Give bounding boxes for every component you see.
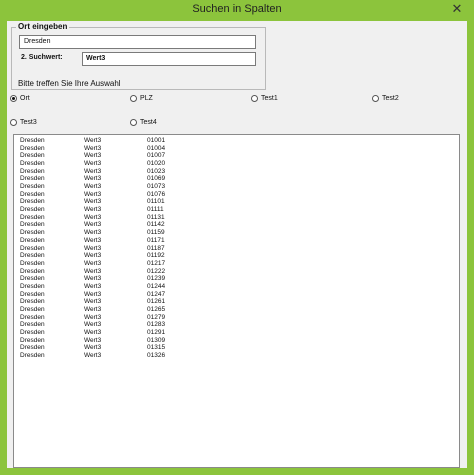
radio-plz-label: PLZ (140, 95, 153, 102)
ort-input[interactable]: Dresden (19, 35, 256, 49)
dialog-client-area: Ort eingeben Dresden 2. Suchwert: Wert3 … (7, 21, 467, 468)
results-listbox[interactable]: Dresden Wert3 01001 Dresden Wert3 01004 Dresde… (13, 134, 460, 468)
radio-test4[interactable]: Test4 (130, 119, 157, 126)
radio-test2-label: Test2 (382, 95, 399, 102)
radio-button[interactable] (10, 119, 17, 126)
cell-ort: Dresden (20, 352, 45, 360)
window-title: Suchen in Spalten (192, 3, 282, 15)
radio-plz[interactable]: PLZ (130, 95, 153, 102)
radio-test3[interactable]: Test3 (10, 119, 37, 126)
radio-button[interactable] (251, 95, 258, 102)
radio-button[interactable] (130, 95, 137, 102)
suchwert-label: 2. Suchwert: (21, 54, 63, 61)
close-button[interactable]: ✕ (447, 1, 467, 17)
cell-suchwert: Wert3 (84, 352, 102, 360)
cell-plz: 01326 (147, 352, 166, 360)
list-item[interactable]: Dresden Wert3 01326 (14, 352, 459, 360)
radio-ort[interactable]: Ort (10, 95, 30, 102)
radio-button[interactable] (130, 119, 137, 126)
close-icon: ✕ (451, 1, 463, 16)
radio-test4-label: Test4 (140, 119, 157, 126)
radio-button[interactable] (372, 95, 379, 102)
radio-ort-label: Ort (20, 95, 30, 102)
dialog-window: Suchen in Spalten ✕ Ort eingeben Dresden… (0, 0, 474, 475)
ort-frame-label: Ort eingeben (16, 22, 70, 31)
radio-test1[interactable]: Test1 (251, 95, 278, 102)
radio-button-checked[interactable] (10, 95, 17, 102)
title-bar: Suchen in Spalten ✕ (0, 0, 474, 20)
radio-test2[interactable]: Test2 (372, 95, 399, 102)
radio-test3-label: Test3 (20, 119, 37, 126)
selection-prompt: Bitte treffen Sie Ihre Auswahl (18, 79, 121, 88)
suchwert-input[interactable]: Wert3 (82, 52, 256, 66)
radio-test1-label: Test1 (261, 95, 278, 102)
